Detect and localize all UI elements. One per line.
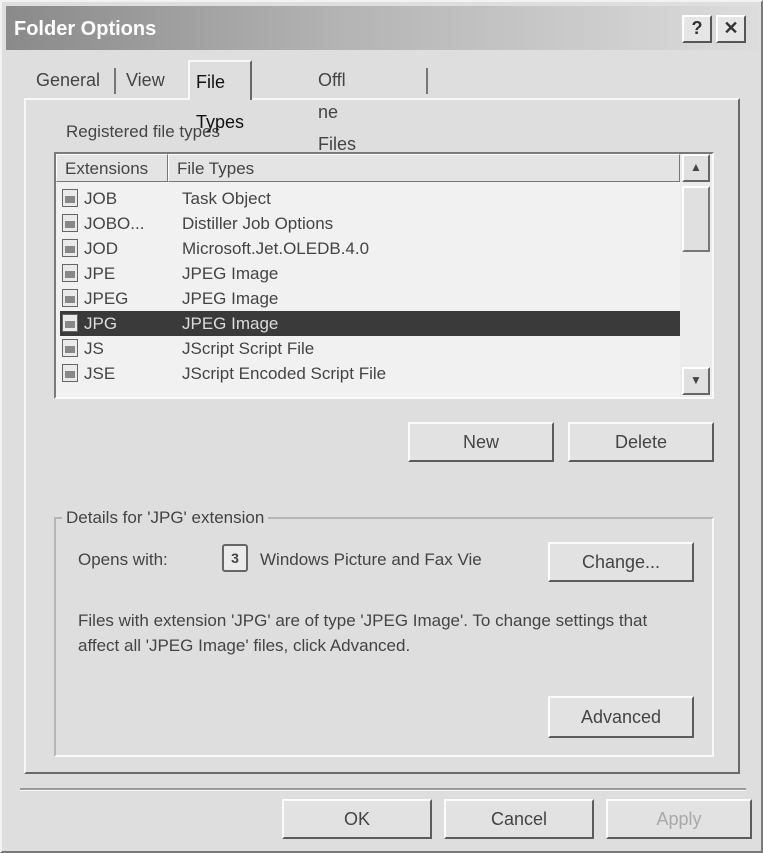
file-type-icon	[62, 214, 78, 232]
extension-cell: JPEG	[84, 289, 129, 308]
advanced-button[interactable]: Advanced	[548, 696, 694, 738]
scroll-down-icon[interactable]: ▼	[682, 367, 710, 395]
scroll-up-icon[interactable]: ▲	[682, 154, 710, 182]
list-item[interactable]: JPE JPEG Image	[60, 261, 682, 286]
extension-cell: JPG	[84, 314, 118, 333]
help-button[interactable]: ?	[682, 15, 712, 43]
file-types-list[interactable]: Extensions File Types JOB Task Object JO…	[54, 152, 714, 399]
file-type-cell: JScript Script File	[182, 339, 315, 358]
list-item[interactable]: JOD Microsoft.Jet.OLEDB.4.0	[60, 236, 682, 261]
ok-button[interactable]: OK	[282, 799, 432, 839]
file-type-icon	[62, 314, 78, 332]
picture-viewer-icon: 3	[222, 544, 248, 572]
change-button[interactable]: Change...	[548, 542, 694, 582]
close-button[interactable]: ✕	[716, 15, 746, 43]
cancel-button[interactable]: Cancel	[444, 799, 594, 839]
opens-with-label: Opens with:	[78, 550, 168, 569]
dialog-separator	[20, 788, 746, 791]
details-title: Details for 'JPG' extension	[62, 508, 269, 528]
list-item[interactable]: JSE JScript Encoded Script File	[60, 361, 682, 386]
file-type-cell: JPEG Image	[182, 289, 279, 308]
file-type-icon	[62, 264, 78, 282]
file-type-cell: Microsoft.Jet.OLEDB.4.0	[182, 239, 370, 258]
file-type-cell: JScript Encoded Script File	[182, 364, 387, 383]
delete-button[interactable]: Delete	[568, 422, 714, 462]
column-extensions[interactable]: Extensions	[56, 154, 168, 182]
tab-offline-files[interactable]: Offl ne Files	[312, 64, 362, 154]
file-type-cell: JPEG Image	[182, 264, 279, 283]
list-item[interactable]: JS JScript Script File	[60, 336, 682, 361]
extension-cell: JOBO...	[84, 214, 145, 233]
file-type-icon	[62, 339, 78, 357]
extension-cell: JOD	[84, 239, 118, 258]
file-type-icon	[62, 364, 78, 382]
list-header: Extensions File Types	[56, 154, 680, 184]
list-item[interactable]: JOB Task Object	[60, 186, 682, 211]
file-type-cell: Distiller Job Options	[182, 214, 334, 233]
file-type-cell: Task Object	[182, 189, 271, 208]
window-title: Folder Options	[14, 18, 157, 40]
list-item[interactable]: JPEG JPEG Image	[60, 286, 682, 311]
tab-separator	[114, 68, 116, 94]
opens-with-app: Windows Picture and Fax Vie	[260, 550, 482, 569]
tab-view[interactable]: View	[120, 64, 171, 96]
folder-options-window: Folder Options ? ✕ General View File Typ…	[0, 0, 763, 853]
file-type-icon	[62, 189, 78, 207]
list-item-selected[interactable]: JPG JPEG Image	[60, 311, 682, 336]
tab-separator	[426, 68, 428, 94]
file-type-cell: JPEG Image	[182, 314, 279, 333]
file-type-icon	[62, 239, 78, 257]
list-item[interactable]: JOBO... Distiller Job Options	[60, 211, 682, 236]
tab-general[interactable]: General	[30, 64, 106, 96]
file-type-icon	[62, 289, 78, 307]
tab-file-types[interactable]: File Types	[188, 60, 253, 132]
apply-button[interactable]: Apply	[606, 799, 752, 839]
details-description: Files with extension 'JPG' are of type '…	[78, 611, 648, 655]
extension-cell: JSE	[84, 364, 116, 383]
column-file-types[interactable]: File Types	[168, 154, 680, 182]
extension-cell: JPE	[84, 264, 116, 283]
list-scrollbar[interactable]: ▲ ▼	[680, 154, 712, 397]
scroll-thumb[interactable]	[682, 186, 710, 252]
new-button[interactable]: New	[408, 422, 554, 462]
title-bar[interactable]: Folder Options ? ✕	[6, 6, 757, 50]
extension-cell: JS	[84, 339, 104, 358]
extension-cell: JOB	[84, 189, 118, 208]
